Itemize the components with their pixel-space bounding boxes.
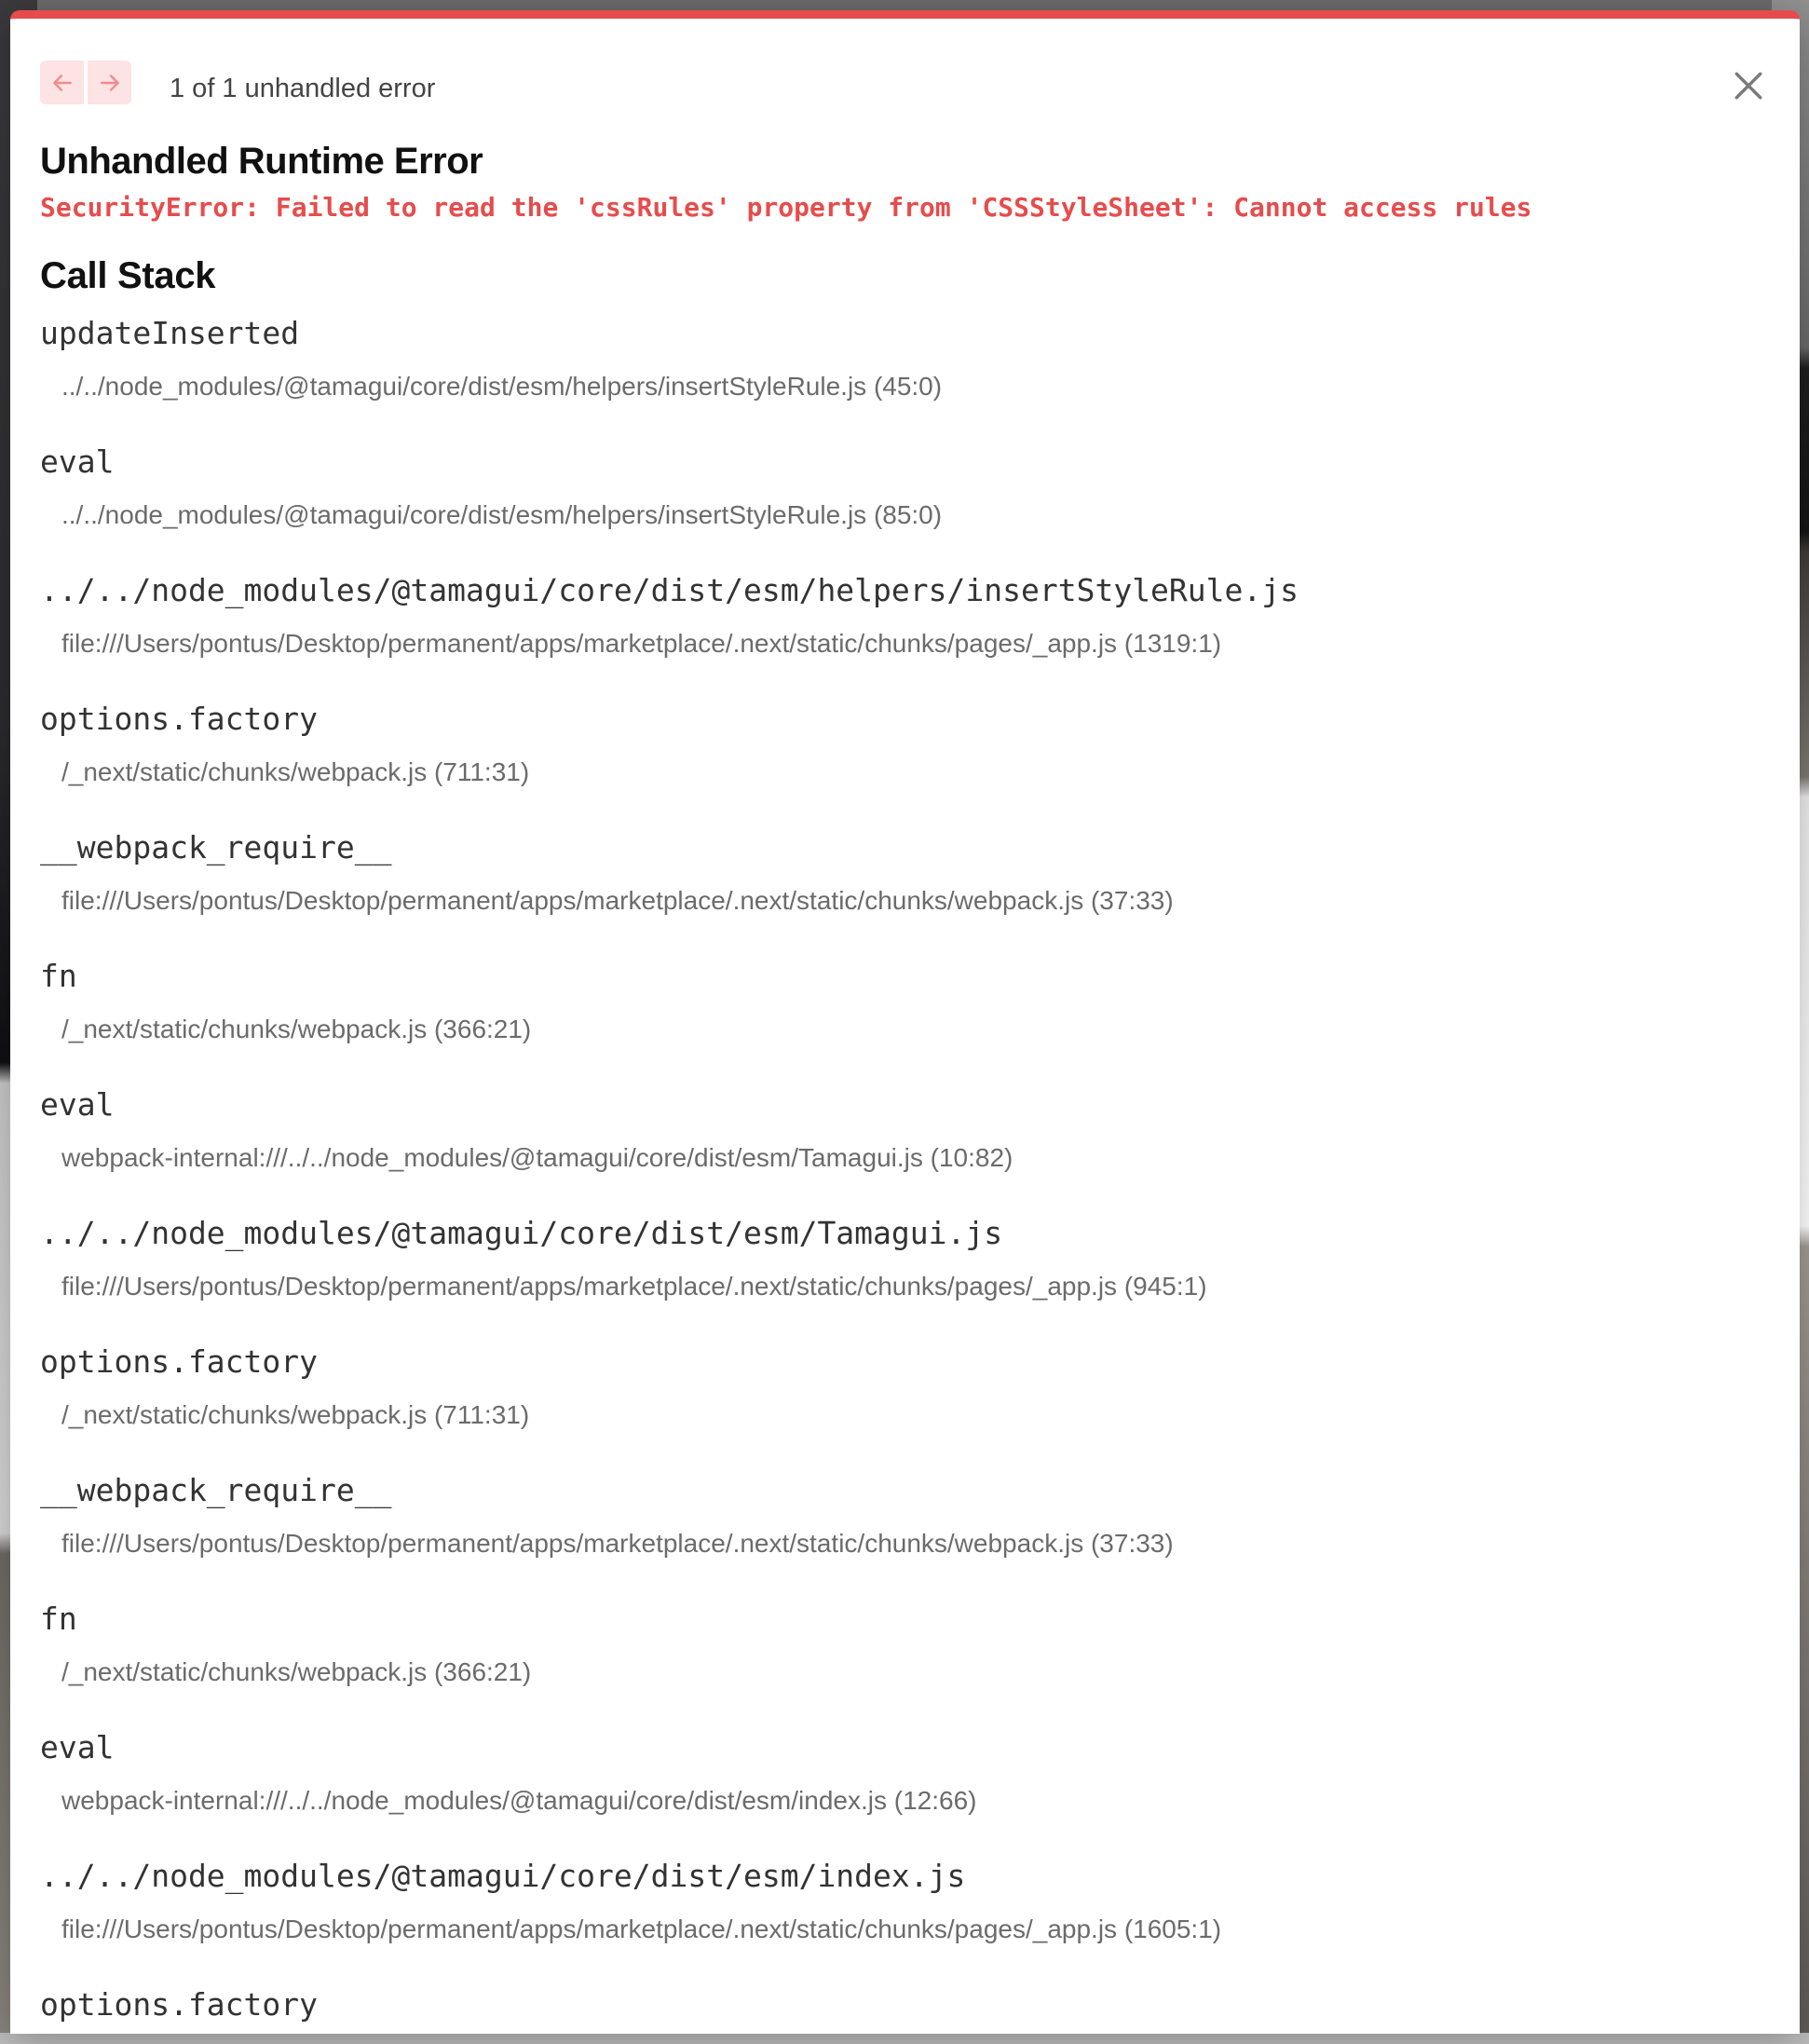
- overlay-header: 1 of 1 unhandled error: [10, 19, 1800, 129]
- frame-source-location[interactable]: /_next/static/chunks/webpack.js (366:21): [61, 1656, 531, 1688]
- stack-frame: ../../node_modules/@tamagui/core/dist/es…: [40, 1202, 1762, 1330]
- stack-frame: eval webpack-internal:///../../node_modu…: [40, 1716, 1762, 1845]
- frame-source-location[interactable]: /_next/static/chunks/webpack.js (711:31): [61, 1399, 529, 1431]
- frame-source-location[interactable]: /_next/static/chunks/webpack.js (711:31): [61, 756, 529, 788]
- call-stack-heading: Call Stack: [40, 255, 216, 296]
- frame-function-name: eval: [40, 443, 115, 480]
- next-error-button[interactable]: [88, 61, 131, 104]
- frame-function-name: fn: [40, 1601, 77, 1637]
- frame-function-name: fn: [40, 958, 77, 994]
- frame-source-location[interactable]: file:///Users/pontus/Desktop/permanent/a…: [61, 1271, 1207, 1302]
- previous-error-button[interactable]: [40, 61, 84, 104]
- frame-function-name: ../../node_modules/@tamagui/core/dist/es…: [40, 1215, 1003, 1251]
- frame-function-name: ../../node_modules/@tamagui/core/dist/es…: [40, 1858, 966, 1894]
- frame-function-name: updateInserted: [40, 315, 300, 351]
- error-message: SecurityError: Failed to read the 'cssRu…: [40, 192, 1532, 223]
- stack-frame: __webpack_require__ file:///Users/pontus…: [40, 1459, 1762, 1588]
- frame-function-name: eval: [40, 1729, 115, 1765]
- frame-function-name: options.factory: [40, 1343, 319, 1380]
- frame-source-location[interactable]: file:///Users/pontus/Desktop/permanent/a…: [61, 1528, 1174, 1560]
- stack-frame: ../../node_modules/@tamagui/core/dist/es…: [40, 1845, 1762, 1973]
- frame-source-location[interactable]: webpack-internal:///../../node_modules/@…: [61, 1142, 1013, 1174]
- error-pagination: [40, 61, 131, 104]
- stack-frame: eval ../../node_modules/@tamagui/core/di…: [40, 430, 1762, 559]
- overlay-body: Unhandled Runtime Error SecurityError: F…: [40, 136, 1762, 2034]
- call-stack-list: updateInserted ../../node_modules/@tamag…: [40, 302, 1762, 2034]
- stack-frame: options.factory /_next/static/chunks/web…: [40, 1330, 1762, 1459]
- error-overlay-dialog: 1 of 1 unhandled error Unhandled Runtime…: [10, 10, 1800, 2034]
- error-counter: 1 of 1 unhandled error: [170, 74, 436, 103]
- frame-source-location[interactable]: webpack-internal:///../../node_modules/@…: [61, 1785, 976, 1817]
- frame-function-name: options.factory: [40, 701, 319, 737]
- stack-frame: updateInserted ../../node_modules/@tamag…: [40, 302, 1762, 430]
- stack-frame: options.factory /_next/static/chunks/web…: [40, 688, 1762, 816]
- stack-frame: ../../node_modules/@tamagui/core/dist/es…: [40, 559, 1762, 688]
- close-icon: [1734, 72, 1762, 100]
- frame-function-name: __webpack_require__: [40, 829, 392, 865]
- stack-frame: __webpack_require__ file:///Users/pontus…: [40, 816, 1762, 945]
- error-title: Unhandled Runtime Error: [40, 141, 483, 182]
- frame-function-name: ../../node_modules/@tamagui/core/dist/es…: [40, 572, 1299, 608]
- arrow-right-icon: [100, 74, 119, 91]
- frame-function-name: __webpack_require__: [40, 1472, 392, 1508]
- frame-source-location[interactable]: file:///Users/pontus/Desktop/permanent/a…: [61, 885, 1174, 917]
- stack-frame: fn /_next/static/chunks/webpack.js (366:…: [40, 1588, 1762, 1716]
- frame-source-location[interactable]: /_next/static/chunks/webpack.js (366:21): [61, 1014, 531, 1045]
- stack-frame: fn /_next/static/chunks/webpack.js (366:…: [40, 945, 1762, 1073]
- close-button[interactable]: [1725, 62, 1772, 109]
- arrow-left-icon: [52, 74, 72, 91]
- frame-source-location[interactable]: file:///Users/pontus/Desktop/permanent/a…: [61, 1914, 1221, 1945]
- frame-source-location[interactable]: file:///Users/pontus/Desktop/permanent/a…: [61, 628, 1221, 660]
- frame-source-location[interactable]: ../../node_modules/@tamagui/core/dist/es…: [61, 499, 942, 531]
- stack-frame: eval webpack-internal:///../../node_modu…: [40, 1073, 1762, 1202]
- frame-source-location[interactable]: ../../node_modules/@tamagui/core/dist/es…: [61, 371, 942, 402]
- frame-function-name: eval: [40, 1086, 115, 1123]
- stack-frame: options.factory: [40, 1973, 1762, 2034]
- frame-function-name: options.factory: [40, 1986, 319, 2023]
